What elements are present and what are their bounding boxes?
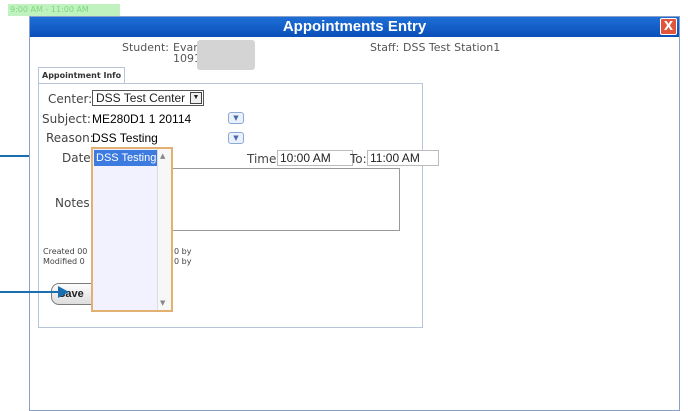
to-label: To: (350, 152, 367, 166)
student-label: Student: (122, 41, 170, 54)
notes-label: Notes: (55, 196, 94, 210)
reason-label: Reason: (46, 131, 94, 145)
scroll-down-icon[interactable]: ▼ (160, 299, 165, 307)
subject-label: Subject: (42, 112, 91, 126)
annotation-arrow-save-head (58, 286, 69, 298)
created-by-text: 0 by (174, 247, 192, 256)
dropdown-item-dss-testing[interactable]: DSS Testing (94, 150, 158, 166)
time-input[interactable]: 10:00 AM (277, 150, 353, 166)
modified-by-text: 0 by (174, 257, 192, 266)
appointment-info-panel: Center: DSS Test Center ▼ Subject: ME280… (38, 83, 439, 328)
redacted-name-block (197, 40, 255, 70)
appointments-dialog: Appointments Entry X Student: Evan 1091 … (29, 16, 680, 411)
reason-dropdown-icon[interactable]: ▼ (228, 132, 244, 144)
date-label: Date: (62, 151, 95, 165)
chevron-down-icon: ▼ (190, 92, 202, 104)
subject-value[interactable]: ME280D1 1 20114 (92, 112, 191, 126)
center-select[interactable]: DSS Test Center ▼ (92, 90, 204, 106)
subject-dropdown-icon[interactable]: ▼ (228, 112, 244, 124)
reason-value[interactable]: DSS Testing (92, 131, 158, 145)
close-button[interactable]: X (660, 18, 677, 35)
center-label: Center: (48, 92, 93, 106)
staff-label: Staff: (370, 41, 400, 54)
annotation-arrow-save (0, 291, 62, 293)
reason-dropdown-list[interactable]: DSS Testing ▲ ▼ (91, 147, 173, 312)
tab-appointment-info[interactable]: Appointment Info (38, 67, 126, 84)
background-time-hint: 9:00 AM - 11:00 AM (8, 4, 120, 16)
time-label: Time: (247, 152, 281, 166)
staff-name: DSS Test Station1 (403, 41, 501, 54)
modified-text: Modified 0 (43, 257, 85, 266)
scroll-up-icon[interactable]: ▲ (160, 152, 165, 160)
to-time-input[interactable]: 11:00 AM (367, 150, 439, 166)
created-text: Created 00 (43, 247, 88, 256)
dropdown-scrollbar[interactable]: ▲ ▼ (157, 149, 171, 310)
center-select-value: DSS Test Center (96, 91, 186, 105)
dialog-title: Appointments Entry (282, 18, 427, 35)
title-bar: Appointments Entry X (30, 17, 679, 37)
